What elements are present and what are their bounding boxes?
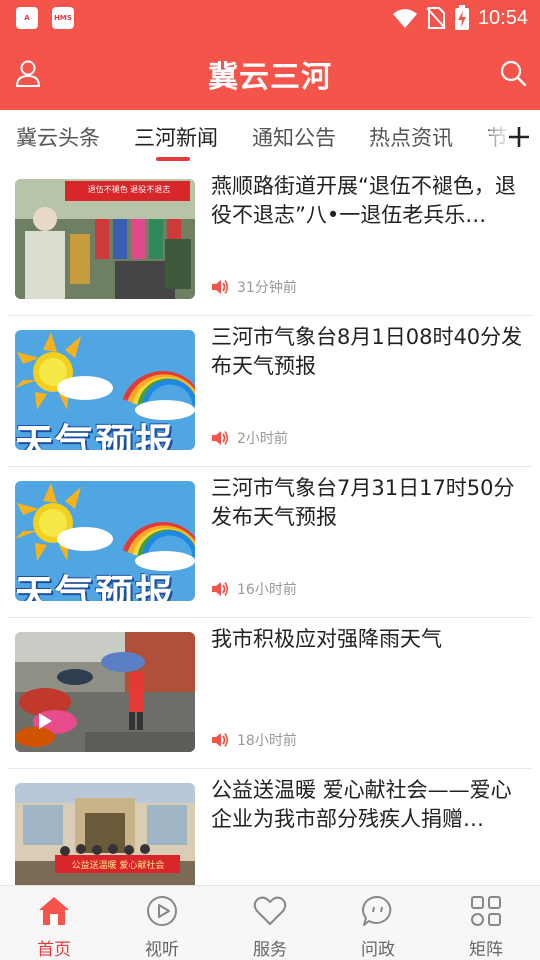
grid-icon <box>471 896 501 926</box>
battery-charging-icon <box>454 5 469 30</box>
add-channel-button[interactable] <box>504 122 534 152</box>
tab-jiyun-toutiao[interactable]: 冀云头条 <box>16 122 100 152</box>
play-circle-icon <box>147 896 177 926</box>
bottom-navigation: 首页 视听 服务 问政 矩阵 <box>0 885 540 960</box>
news-thumbnail <box>15 632 195 752</box>
weather-forecast-text: 天气预报 <box>15 421 176 450</box>
nav-label: 首页 <box>37 940 71 960</box>
nav-matrix[interactable]: 矩阵 <box>432 886 540 960</box>
tab-notices[interactable]: 通知公告 <box>252 122 336 152</box>
home-icon <box>39 897 69 925</box>
nav-label: 视听 <box>145 940 179 960</box>
channel-tabs: 冀云头条 三河新闻 通知公告 热点资讯 节 <box>0 110 540 165</box>
banner-text: 退伍不褪色 退役不退志 <box>87 185 171 194</box>
news-time: 2小时前 <box>237 431 288 447</box>
news-thumbnail: 天气预报 <box>15 330 195 450</box>
news-time: 31分钟前 <box>237 280 297 296</box>
news-item[interactable]: 天气预报 三河市气象台8月1日08时40分发布天气预报 2小时前 <box>0 316 540 467</box>
weather-forecast-text: 天气预报 <box>15 572 176 601</box>
nav-home[interactable]: 首页 <box>0 886 108 960</box>
tab-hot-news[interactable]: 热点资讯 <box>369 122 453 152</box>
wifi-icon <box>392 9 417 28</box>
no-sim-icon <box>426 7 446 29</box>
news-item[interactable]: 我市积极应对强降雨天气 18小时前 <box>0 618 540 769</box>
donation-banner-text: 公益送温暖 爱心献社会 <box>71 861 165 871</box>
news-title: 公益送温暖 爱心献社会——爱心企业为我市部分残疾人捐赠… <box>211 778 512 831</box>
news-title: 三河市气象台7月31日17时50分发布天气预报 <box>211 476 515 529</box>
app-title: 冀云三河 <box>208 60 332 95</box>
clock: 10:54 <box>477 6 528 29</box>
news-meta: 31分钟前 <box>211 277 297 297</box>
news-thumbnail: 退伍不褪色 退役不退志 <box>15 179 195 299</box>
speaker-icon <box>212 431 229 445</box>
news-meta: 2小时前 <box>211 428 288 448</box>
chat-bubble-icon <box>362 895 392 926</box>
nav-label: 服务 <box>253 940 287 960</box>
search-icon <box>500 60 527 87</box>
search-button[interactable] <box>498 58 528 88</box>
nav-label: 矩阵 <box>469 940 503 960</box>
news-title: 三河市气象台8月1日08时40分发布天气预报 <box>211 325 523 378</box>
news-item[interactable]: 退伍不褪色 退役不退志 燕顺路街道开展“退伍不褪色，退役不退志”八•一退伍老兵乐… <box>0 165 540 316</box>
notification-app-icon: A <box>16 7 38 29</box>
news-time: 18小时前 <box>237 733 297 749</box>
news-meta: 16小时前 <box>211 579 297 599</box>
news-thumbnail: 天气预报 <box>15 481 195 601</box>
nav-inquiry[interactable]: 问政 <box>324 886 432 960</box>
speaker-icon <box>212 582 229 596</box>
hms-app-icon: HMS <box>52 7 74 29</box>
status-bar: A HMS 10:54 <box>0 0 540 36</box>
nav-label: 问政 <box>361 940 395 960</box>
news-time: 16小时前 <box>237 582 297 598</box>
news-item[interactable]: 天气预报 三河市气象台7月31日17时50分发布天气预报 16小时前 <box>0 467 540 618</box>
nav-services[interactable]: 服务 <box>216 886 324 960</box>
news-thumbnail: 公益送温暖 爱心献社会 <box>15 783 195 885</box>
video-play-icon <box>39 713 52 729</box>
news-list: 退伍不褪色 退役不退志 燕顺路街道开展“退伍不褪色，退役不退志”八•一退伍老兵乐… <box>0 165 540 885</box>
news-title: 我市积极应对强降雨天气 <box>211 627 442 651</box>
active-tab-indicator <box>156 157 190 161</box>
news-item[interactable]: 公益送温暖 爱心献社会 公益送温暖 爱心献社会——爱心企业为我市部分残疾人捐赠… <box>0 769 540 885</box>
news-meta: 18小时前 <box>211 730 297 750</box>
plus-icon <box>509 127 529 147</box>
heart-icon <box>253 896 287 925</box>
speaker-icon <box>212 280 229 294</box>
tab-sanhe-news[interactable]: 三河新闻 <box>134 122 218 152</box>
speaker-icon <box>212 733 229 747</box>
nav-audio-video[interactable]: 视听 <box>108 886 216 960</box>
app-header: 冀云三河 <box>0 36 540 110</box>
news-title: 燕顺路街道开展“退伍不褪色，退役不退志”八•一退伍老兵乐… <box>211 174 516 227</box>
